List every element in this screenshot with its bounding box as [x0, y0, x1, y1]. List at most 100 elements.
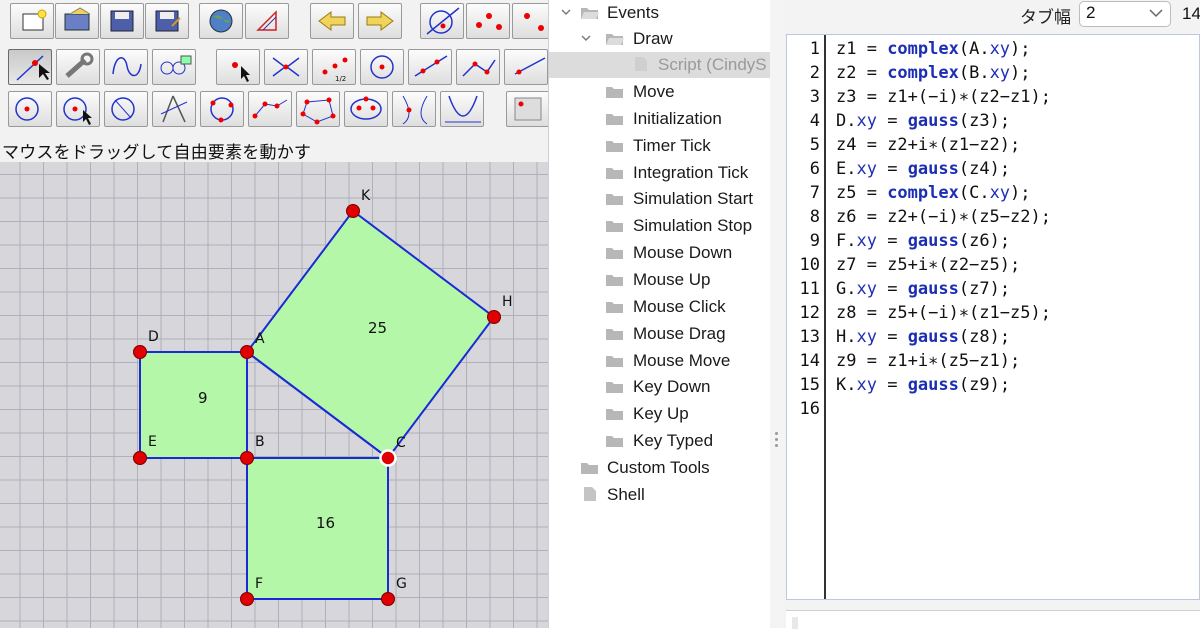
- ellipse-tool-button[interactable]: [344, 91, 388, 127]
- code-editor[interactable]: 1 2 3 4 5 6 7 8 9 10 11 12 13 14 15 16 z1 = complex(A.x…: [786, 34, 1200, 600]
- tree-item-mouse-move[interactable]: Mouse Move: [549, 348, 771, 374]
- point-B[interactable]: [240, 451, 254, 465]
- add-line-button[interactable]: [408, 49, 452, 85]
- move-mode-icon: [16, 55, 50, 81]
- code-text: =: [876, 327, 908, 347]
- point-D[interactable]: [133, 345, 147, 359]
- polyline-points-button[interactable]: [248, 91, 292, 127]
- circle-line-tool-button[interactable]: [420, 3, 464, 39]
- tree-item-integration-tick[interactable]: Integration Tick: [549, 160, 771, 186]
- geometry-inspector-button[interactable]: [245, 3, 289, 39]
- tree-item-initialization[interactable]: Initialization: [549, 106, 771, 132]
- chevron-down-icon: [561, 9, 571, 15]
- points-tool-button[interactable]: [466, 3, 510, 39]
- code-keyword: gauss: [907, 279, 959, 299]
- tree-item-mouse-up[interactable]: Mouse Up: [549, 267, 771, 293]
- parabola-icon: [445, 95, 481, 123]
- tree-item-draw[interactable]: Draw: [549, 26, 771, 52]
- add-point-button[interactable]: [216, 49, 260, 85]
- document-icon: [584, 487, 596, 501]
- polygon-tool-button[interactable]: [296, 91, 340, 127]
- add-ray-button[interactable]: [504, 49, 548, 85]
- tree-item-events[interactable]: Events: [549, 0, 771, 26]
- tree-item-key-up[interactable]: Key Up: [549, 401, 771, 427]
- square-AD-label: 9: [198, 389, 208, 407]
- code-text: z3 = z1+(−i)∗(z2−z1);: [836, 87, 1051, 107]
- line-number: 7: [809, 183, 820, 203]
- tree-item-key-down[interactable]: Key Down: [549, 374, 771, 400]
- code-text: z4 = z2+i∗(z1−z2);: [836, 135, 1021, 155]
- code-property: xy: [989, 183, 1011, 203]
- point-K[interactable]: [346, 204, 360, 218]
- save-as-button[interactable]: [145, 3, 189, 39]
- properties-button[interactable]: [56, 49, 100, 85]
- points-tool-2-button[interactable]: [512, 3, 548, 39]
- tree-item-mouse-click[interactable]: Mouse Click: [549, 294, 771, 320]
- ellipse-icon: [350, 96, 382, 120]
- code-keyword: gauss: [907, 327, 959, 347]
- curve-mode-button[interactable]: [104, 49, 148, 85]
- folder-open-icon: [581, 8, 599, 19]
- point-H[interactable]: [487, 310, 501, 324]
- move-mode-button[interactable]: [8, 49, 52, 85]
- tree-item-draw-script[interactable]: Script (CindyS: [549, 52, 771, 78]
- add-polyline-button[interactable]: [456, 49, 500, 85]
- delete-mode-button[interactable]: [152, 49, 196, 85]
- text-tool-button[interactable]: [506, 91, 548, 127]
- compass-circle-icon: [111, 97, 135, 121]
- open-file-button[interactable]: [55, 3, 99, 39]
- line-number: 6: [809, 159, 820, 179]
- code-text: );: [1010, 39, 1031, 59]
- add-midpoint-button[interactable]: 1/2: [312, 49, 356, 85]
- point-E-label: E: [148, 434, 157, 450]
- save-file-button[interactable]: [100, 3, 144, 39]
- geometry-drawing[interactable]: 9 25 16 K H D A E B C F G: [0, 162, 548, 628]
- point-C-label: C: [396, 435, 406, 451]
- shell-input[interactable]: [786, 610, 1200, 629]
- point-G[interactable]: [381, 592, 395, 606]
- tree-item-shell[interactable]: Shell: [549, 482, 771, 508]
- code-line: z7 = z5+i∗(z2−z5);: [836, 255, 1020, 275]
- chevron-down-icon: [581, 35, 591, 41]
- circle-by-radius-button[interactable]: [56, 91, 100, 127]
- tree-item-mouse-down[interactable]: Mouse Down: [549, 240, 771, 266]
- code-text: =: [876, 375, 908, 395]
- tree-item-simulation-stop[interactable]: Simulation Stop: [549, 213, 771, 239]
- point-F[interactable]: [240, 592, 254, 606]
- undo-button[interactable]: [310, 3, 354, 39]
- new-document-button[interactable]: [10, 3, 54, 39]
- circle-3-points-button[interactable]: [200, 91, 244, 127]
- tree-item-custom-tools[interactable]: Custom Tools: [549, 455, 771, 481]
- circle-by-center-button[interactable]: [8, 91, 52, 127]
- folder-icon: [606, 355, 623, 367]
- redo-button[interactable]: [358, 3, 402, 39]
- code-text: H.: [836, 327, 857, 347]
- web-export-button[interactable]: [199, 3, 243, 39]
- conic-icon: [402, 95, 428, 125]
- tree-item-timer-tick[interactable]: Timer Tick: [549, 133, 771, 159]
- add-circle-button[interactable]: [360, 49, 404, 85]
- add-segment-button[interactable]: [264, 49, 308, 85]
- code-property: xy: [856, 279, 877, 299]
- compass-tool-button[interactable]: [152, 91, 196, 127]
- tab-width-select[interactable]: 2: [1079, 1, 1171, 27]
- pane-splitter[interactable]: [770, 0, 785, 628]
- folder-icon: [606, 221, 623, 233]
- tree-item-move[interactable]: Move: [549, 79, 771, 105]
- toolbar-row-shapes: [0, 91, 548, 129]
- line-number: 13: [799, 327, 820, 347]
- add-point-icon: [232, 62, 250, 82]
- code-text: z1 =: [836, 39, 888, 59]
- tree-item-simulation-start[interactable]: Simulation Start: [549, 186, 771, 212]
- code-text: z8 = z5+(−i)∗(z1−z5);: [836, 303, 1051, 323]
- point-A[interactable]: [240, 345, 254, 359]
- conic-tool-button[interactable]: [392, 91, 436, 127]
- code-text: (z4);: [958, 159, 1011, 179]
- tree-item-key-typed[interactable]: Key Typed: [549, 428, 771, 454]
- compass-circle-button[interactable]: [104, 91, 148, 127]
- parabola-tool-button[interactable]: [440, 91, 484, 127]
- tree-item-mouse-drag[interactable]: Mouse Drag: [549, 321, 771, 347]
- geometry-canvas[interactable]: 9 25 16 K H D A E B C F G: [0, 162, 548, 628]
- point-E[interactable]: [133, 451, 147, 465]
- point-C[interactable]: [379, 449, 397, 467]
